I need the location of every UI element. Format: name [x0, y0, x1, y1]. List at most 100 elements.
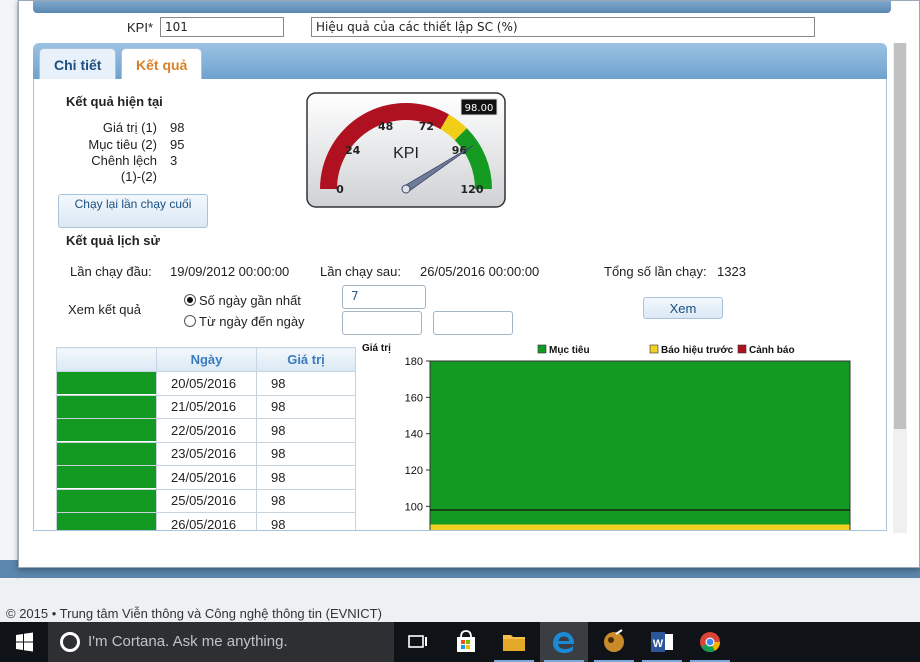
view-button[interactable]: Xem	[643, 297, 723, 319]
start-button[interactable]	[0, 622, 48, 662]
kpi-name-field[interactable]: Hiệu quả của các thiết lập SC (%)	[311, 17, 815, 37]
status-column-header	[56, 347, 157, 372]
date-column-header[interactable]: Ngày	[156, 347, 257, 372]
task-view-icon	[408, 635, 427, 648]
chrome-button[interactable]	[686, 622, 734, 662]
scrollbar-thumb[interactable]	[894, 43, 906, 429]
gauge-tick-label: 120	[461, 183, 484, 196]
row-value: 98	[256, 418, 356, 443]
chart-band	[430, 361, 850, 525]
edge-browser-button[interactable]	[540, 622, 588, 662]
row-value: 98	[256, 441, 356, 466]
table-row[interactable]: 25/05/2016 98	[56, 488, 356, 513]
chart-legend: Mục tiêu Báo hiệu trước Cảnh báo	[537, 344, 795, 356]
status-swatch	[56, 394, 157, 419]
history-chart: Giá trị Mục tiêuBáo hiệu trướcCảnh báo 6…	[362, 343, 851, 530]
row-date: 20/05/2016	[156, 371, 257, 396]
y-tick-label: 160	[405, 392, 423, 404]
target-value: 95	[170, 137, 185, 152]
table-row[interactable]: 22/05/2016 98	[56, 418, 356, 443]
app-icon	[604, 629, 624, 652]
status-swatch	[56, 371, 157, 396]
edge-icon	[553, 632, 575, 653]
last-run-label: Lần chạy sau:	[320, 264, 401, 279]
store-icon	[457, 630, 475, 652]
table-header-row: Ngày Giá trị	[56, 347, 356, 372]
total-runs-label: Tổng số lần chạy:	[604, 264, 707, 279]
gauge-title: KPI	[393, 145, 419, 162]
chart-ylabel: Giá trị	[362, 343, 391, 354]
table-body: 20/05/2016 98 21/05/2016 98 22/05/2016 98 23/0…	[56, 371, 356, 530]
row-value: 98	[256, 512, 356, 530]
row-date: 26/05/2016	[156, 512, 257, 530]
kpi-label: KPI*	[127, 20, 154, 35]
row-date: 22/05/2016	[156, 418, 257, 443]
last-run-value: 26/05/2016 00:00:00	[420, 264, 540, 279]
store-button[interactable]	[442, 622, 490, 662]
y-tick-label: 180	[405, 356, 423, 368]
value-column-header[interactable]: Giá trị	[256, 347, 356, 372]
first-run-label: Lần chạy đầu:	[70, 264, 152, 279]
dialog-header-bar	[33, 1, 891, 13]
status-swatch	[56, 418, 157, 443]
table-row[interactable]: 26/05/2016 98	[56, 512, 356, 530]
gauge-tick-label: 24	[345, 144, 361, 157]
legend-label: Cảnh báo	[749, 345, 795, 356]
file-explorer-button[interactable]	[490, 622, 538, 662]
value-label: Giá trị (1)	[102, 120, 157, 135]
word-icon: W	[651, 632, 673, 652]
status-color-block	[57, 372, 156, 395]
row-date: 24/05/2016	[156, 465, 257, 490]
gauge-tick-label: 0	[336, 183, 344, 196]
diff-label: Chênh lệch	[91, 153, 157, 168]
row-value: 98	[256, 371, 356, 396]
radio-date-range[interactable]: Từ ngày đến ngày	[184, 314, 305, 329]
cortana-search-box[interactable]: I'm Cortana. Ask me anything.	[48, 622, 394, 662]
dialog-scrollbar[interactable]	[893, 43, 907, 533]
y-tick-label: 140	[405, 429, 423, 441]
kpi-row: KPI* 101 Hiệu quả của các thiết lập SC (…	[19, 17, 899, 39]
radio-recent-days[interactable]: Số ngày gần nhất	[184, 293, 301, 308]
gauge-tick-label: 72	[419, 120, 434, 133]
from-date-input[interactable]	[342, 311, 422, 335]
target-label: Mục tiêu (2)	[88, 137, 157, 152]
chart-band	[430, 524, 850, 530]
legend-label: Mục tiêu	[549, 345, 590, 356]
table-row[interactable]: 20/05/2016 98	[56, 371, 356, 396]
word-button[interactable]: W	[638, 622, 686, 662]
windows-logo-icon	[16, 632, 33, 652]
to-date-input[interactable]	[433, 311, 513, 335]
status-swatch	[56, 488, 157, 513]
gauge-readout: 98.00	[465, 103, 494, 114]
radio-unchecked-icon[interactable]	[184, 315, 196, 327]
status-color-block	[57, 395, 156, 418]
task-view-button[interactable]	[394, 622, 442, 662]
diff-formula-label: (1)-(2)	[120, 169, 157, 184]
gauge-hub	[401, 184, 411, 194]
legend-swatch	[537, 344, 547, 354]
background-sidebar	[0, 0, 18, 580]
app-button[interactable]	[590, 622, 638, 662]
radio-checked-icon[interactable]	[184, 294, 196, 306]
legend-swatch	[737, 344, 747, 354]
table-row[interactable]: 21/05/2016 98	[56, 394, 356, 419]
windows-taskbar: I'm Cortana. Ask me anything. W	[0, 622, 920, 662]
chrome-icon	[700, 632, 721, 653]
table-row[interactable]: 23/05/2016 98	[56, 441, 356, 466]
kpi-code-field[interactable]: 101	[160, 17, 284, 37]
tab-result[interactable]: Kết quả	[121, 48, 203, 79]
result-panel: Kết quả hiện tại Giá trị (1) 98 Mục tiêu…	[33, 79, 887, 531]
tab-detail[interactable]: Chi tiết	[39, 48, 117, 79]
folder-icon	[503, 635, 525, 651]
kpi-dialog: KPI* 101 Hiệu quả của các thiết lập SC (…	[18, 0, 920, 568]
row-value: 98	[256, 394, 356, 419]
rerun-last-button[interactable]: Chạy lại lần chạy cuối	[58, 194, 208, 228]
chart-y-axis: 6080100120140160180	[405, 356, 430, 513]
days-input[interactable]: 7	[342, 285, 426, 309]
svg-text:W: W	[653, 638, 664, 650]
diff-value: 3	[170, 153, 178, 168]
footer-text: © 2015 • Trung tâm Viễn thông và Công ng…	[6, 606, 382, 621]
radio-range-label: Từ ngày đến ngày	[199, 314, 305, 329]
tab-bar: Chi tiết Kết quả	[33, 43, 887, 79]
table-row[interactable]: 24/05/2016 98	[56, 465, 356, 490]
